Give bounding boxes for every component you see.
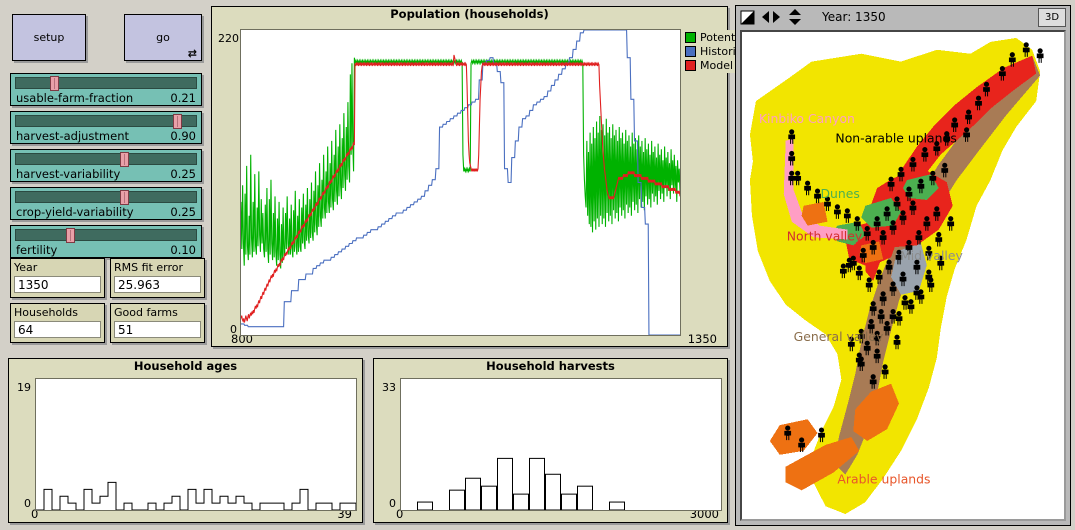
monitor-value: 51 [114,321,201,338]
plot-canvas [240,29,681,336]
slider-label: usable-farm-fraction [16,91,133,105]
plot-y-min-label: 0 [24,497,31,510]
view-toolbar: Year: 1350 3D [736,6,1070,28]
legend-swatch-potential [685,32,696,43]
map-label: North valley [787,229,862,243]
histogram-bar [450,490,465,510]
monitor-value: 25.963 [114,276,201,293]
map-label: Arable uplands [837,472,930,486]
plot-population: Population (households) 220 0 800 1350 P… [211,6,728,347]
slider-value: 0.10 [170,243,196,257]
histogram-bar [466,478,481,510]
slider-value: 0.25 [170,205,196,219]
plot-y-max-label: 19 [17,381,31,394]
left-right-arrows-icon[interactable] [761,9,781,25]
slider-label: harvest-variability [16,167,120,181]
slider-label: harvest-adjustment [16,129,129,143]
legend-swatch-model [685,60,696,71]
plot-household-ages: Household ages 19 0 0 39 [8,358,363,523]
view-toolbar-icons [740,8,804,26]
slider-handle[interactable] [66,228,75,243]
slider-label: crop-yield-variability [16,205,134,219]
monitor-label: Good farms [114,306,201,319]
slider-track[interactable] [15,229,197,241]
plot-x-max-label: 1350 [688,332,717,346]
histogram-bar [418,502,433,510]
slider-track[interactable] [15,115,197,127]
slider-handle[interactable] [173,114,182,129]
household-ages-bars [36,379,356,510]
histogram-bar [562,494,577,510]
forever-loop-icon: ⇄ [188,48,197,59]
monitor-good-farms: Good farms 51 [110,303,205,343]
slider-value: 0.90 [170,129,196,143]
plot-canvas [400,378,722,511]
histogram-bar [546,474,561,510]
monitor-label: Year [14,261,101,274]
map-label: Kinbiko Canyon [759,112,855,126]
slider-track[interactable] [15,77,197,89]
plot-title: Household harvests [374,359,727,374]
household-harvests-bars [401,379,721,510]
toggle-3d-button[interactable]: 3D [1038,8,1066,27]
monitor-value: 64 [14,321,101,338]
world-view-panel: Year: 1350 3D Kinbiko Canyon Non-arable u… [735,5,1071,526]
histogram-bar [498,458,513,510]
map-label: Dunes [821,187,860,201]
half-filled-square-icon[interactable] [740,9,756,25]
histogram-bar [578,486,593,510]
up-down-arrows-icon[interactable] [786,8,804,26]
map-label: Mid valley [900,249,963,263]
plot-title: Population (households) [212,7,727,22]
plot-y-min-label: 0 [389,497,396,510]
histogram-bar [482,486,497,510]
histogram-bar [514,494,529,510]
slider-harvest-adjustment[interactable]: harvest-adjustment 0.90 [10,111,202,144]
long-house-valley-map[interactable]: Kinbiko Canyon Non-arable uplands Dunes Nor… [742,32,1064,519]
histogram-outline [36,482,356,510]
monitor-label: RMS fit error [114,261,201,274]
monitor-value: 1350 [14,276,101,293]
histogram-bar [610,502,625,510]
map-label: General valley [794,330,884,344]
slider-label: fertility [16,243,57,257]
slider-handle[interactable] [50,76,59,91]
monitor-year: Year 1350 [10,258,105,298]
plot-canvas [35,378,357,511]
slider-value: 0.21 [170,91,196,105]
monitor-label: Households [14,306,101,319]
slider-crop-yield-variability[interactable]: crop-yield-variability 0.25 [10,187,202,220]
slider-value: 0.25 [170,167,196,181]
slider-handle[interactable] [120,190,129,205]
map-label: Non-arable uplands [835,132,956,146]
monitor-households: Households 64 [10,303,105,343]
world-viewport[interactable]: Kinbiko Canyon Non-arable uplands Dunes Nor… [740,30,1066,521]
plot-title: Household ages [9,359,362,374]
slider-usable-farm-fraction[interactable]: usable-farm-fraction 0.21 [10,73,202,106]
plot-y-max-label: 220 [218,32,239,45]
monitor-rms-fit-error: RMS fit error 25.963 [110,258,205,298]
go-button-label: go [156,31,170,44]
series-potential [241,58,680,269]
toggle-3d-label: 3D [1045,12,1059,23]
netlogo-model-window: setup go ⇄ usable-farm-fraction 0.21 har… [0,0,1075,530]
slider-fertility[interactable]: fertility 0.10 [10,225,202,258]
histogram-bar [530,458,545,510]
setup-button[interactable]: setup [12,14,86,61]
legend-label: Model [700,59,733,72]
go-button[interactable]: go ⇄ [124,14,202,61]
view-year-label: Year: 1350 [822,10,886,24]
slider-track[interactable] [15,191,197,203]
plot-household-harvests: Household harvests 33 0 0 3000 [373,358,728,523]
setup-button-label: setup [34,31,65,44]
slider-track[interactable] [15,153,197,165]
slider-handle[interactable] [120,152,129,167]
population-lines [241,30,680,335]
plot-y-max-label: 33 [382,381,396,394]
legend-swatch-historical [685,46,696,57]
slider-harvest-variability[interactable]: harvest-variability 0.25 [10,149,202,182]
